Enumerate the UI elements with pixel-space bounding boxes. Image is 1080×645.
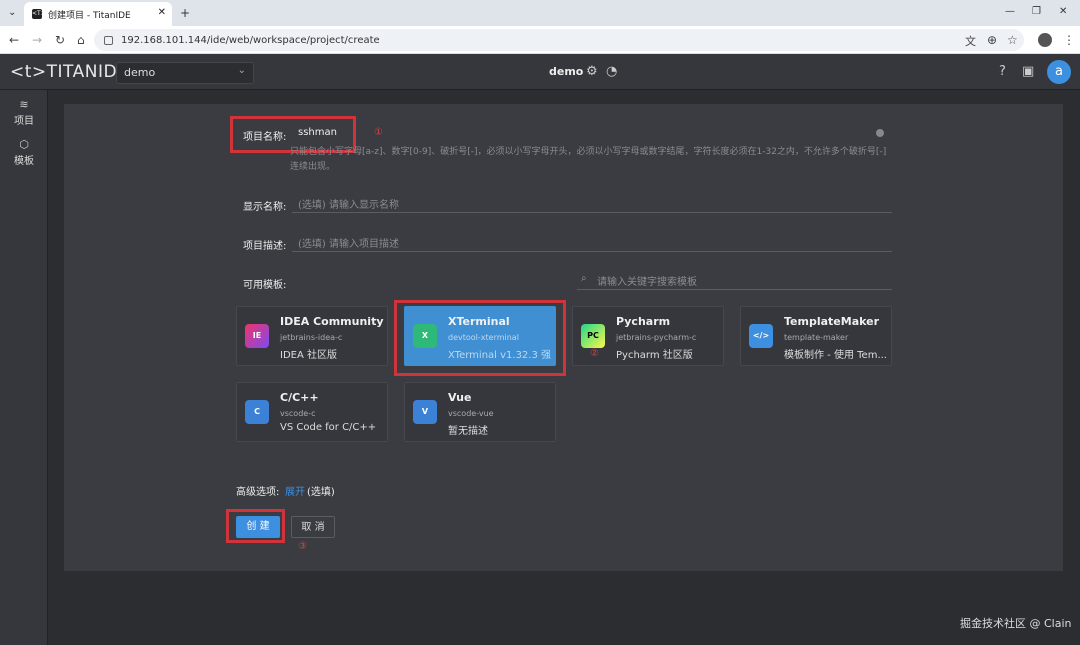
chevron-down-icon: ⌄: [237, 65, 246, 76]
annotation-3: ③: [298, 541, 307, 552]
cube-icon: ⬡: [19, 138, 29, 151]
site-info-icon[interactable]: [104, 35, 113, 45]
vscode-vue-icon: V: [413, 400, 437, 424]
template-title: C/C++: [280, 391, 319, 404]
avatar[interactable]: a: [1047, 60, 1071, 84]
profile-icon[interactable]: [1038, 33, 1052, 47]
template-desc: 暂无描述: [448, 426, 488, 437]
template-id: vscode-vue: [448, 409, 494, 418]
dashboard-icon[interactable]: ◔: [606, 64, 617, 79]
titanide-logo[interactable]: <t>TITANIDE: [10, 62, 128, 82]
template-search-placeholder: 请输入关键字搜索模板: [597, 277, 697, 288]
search-icon: ⌕: [581, 273, 587, 284]
project-desc-input[interactable]: (选填) 请输入项目描述: [292, 232, 892, 252]
url-text: 192.168.101.144/ide/web/workspace/projec…: [121, 34, 380, 46]
browser-tab[interactable]: <T> 创建项目 - TitanIDE ✕: [24, 2, 172, 26]
template-title: Vue: [448, 391, 472, 404]
advanced-optional-note: (选填): [307, 487, 335, 498]
workspace-value: demo: [124, 66, 156, 79]
vscode-c-icon: C: [245, 400, 269, 424]
annotation-2: ②: [590, 348, 599, 359]
browser-tabbar: ⌄ <T> 创建项目 - TitanIDE ✕ + — ❐ ✕: [0, 0, 1080, 26]
project-name-hint: 只能包含小写字母[a-z]、数字[0-9]、破折号[-]，必须以小写字母开头，必…: [290, 147, 887, 172]
back-icon[interactable]: ←: [9, 33, 19, 47]
reload-icon[interactable]: ↻: [55, 33, 65, 47]
display-name-label: 显示名称:: [243, 202, 287, 213]
workspace-title: demo: [549, 65, 584, 78]
project-desc-label: 项目描述:: [243, 241, 287, 252]
template-desc: VS Code for C/C++: [280, 422, 377, 433]
templates-label: 可用模板:: [243, 280, 287, 291]
help-icon[interactable]: ?: [999, 64, 1006, 79]
template-desc: IDEA 社区版: [280, 350, 337, 361]
new-tab-icon[interactable]: +: [180, 6, 190, 20]
template-card-vue[interactable]: V Vue vscode-vue 暂无描述: [404, 382, 556, 442]
sidebar-item-label: 项目: [14, 116, 34, 127]
highlight-box-template: [394, 300, 566, 376]
watermark-text: 掘金技术社区 @ Clain: [960, 617, 1072, 630]
app-header: <t>TITANIDE demo ⌄ demo ⚙ ◔ ? ▣ a: [0, 54, 1080, 90]
pycharm-icon: PC: [581, 324, 605, 348]
sidebar-item-label: 模板: [14, 156, 34, 167]
template-card-idea[interactable]: IE IDEA Community jetbrains-idea-c IDEA …: [236, 306, 388, 366]
minimize-icon[interactable]: —: [1005, 6, 1015, 17]
favicon-icon: <T>: [32, 9, 46, 19]
template-search-input[interactable]: ⌕ 请输入关键字搜索模板: [577, 270, 892, 290]
template-title: IDEA Community: [280, 315, 384, 328]
tab-close-icon[interactable]: ✕: [158, 7, 166, 18]
advanced-expand-link[interactable]: 展开: [285, 483, 305, 498]
template-desc: Pycharm 社区版: [616, 350, 693, 361]
zoom-icon[interactable]: ⊕: [987, 33, 997, 47]
template-id: jetbrains-pycharm-c: [616, 333, 697, 342]
highlight-box-create: [226, 509, 285, 543]
bookmark-star-icon[interactable]: ☆: [1007, 33, 1018, 47]
menu-icon[interactable]: ⋮: [1063, 33, 1075, 47]
home-icon[interactable]: ⌂: [77, 33, 85, 47]
annotation-1: ①: [374, 127, 383, 138]
template-card-cpp[interactable]: C C/C++ vscode-c VS Code for C/C++: [236, 382, 388, 442]
template-title: TemplateMaker: [784, 315, 880, 328]
restore-icon[interactable]: ❐: [1032, 6, 1041, 17]
template-title: Pycharm: [616, 315, 671, 328]
settings-icon[interactable]: ▣: [1022, 64, 1034, 79]
layers-stack-icon: </>: [749, 324, 773, 348]
url-field[interactable]: 192.168.101.144/ide/web/workspace/projec…: [94, 29, 1024, 51]
gear-icon[interactable]: ⚙: [586, 64, 598, 79]
sidebar-item-templates[interactable]: ⬡ 模板: [0, 138, 48, 167]
cancel-button[interactable]: 取 消: [291, 516, 335, 538]
sidebar-item-projects[interactable]: ≋ 项目: [0, 98, 48, 127]
translate-icon[interactable]: 文: [965, 33, 976, 49]
advanced-options-label: 高级选项:: [236, 487, 280, 498]
tab-title: 创建项目 - TitanIDE: [48, 10, 131, 21]
display-name-input[interactable]: (选填) 请输入显示名称: [292, 193, 892, 213]
window-close-icon[interactable]: ✕: [1059, 6, 1067, 17]
tab-search-icon[interactable]: ⌄: [8, 7, 16, 18]
template-desc: 模板制作 - 使用 Tem...: [784, 350, 887, 361]
intellij-icon: IE: [245, 324, 269, 348]
layers-icon: ≋: [19, 98, 29, 111]
sidebar: ≋ 项目 ⬡ 模板: [0, 90, 48, 645]
template-id: template-maker: [784, 333, 849, 342]
workspace-select[interactable]: demo ⌄: [116, 62, 254, 84]
template-id: vscode-c: [280, 409, 316, 418]
template-id: jetbrains-idea-c: [280, 333, 343, 342]
clear-input-icon[interactable]: [876, 129, 884, 137]
forward-icon[interactable]: →: [32, 33, 42, 47]
template-card-templatemaker[interactable]: </> TemplateMaker template-maker 模板制作 - …: [740, 306, 892, 366]
address-bar: ← → ↻ ⌂ 192.168.101.144/ide/web/workspac…: [0, 26, 1080, 54]
